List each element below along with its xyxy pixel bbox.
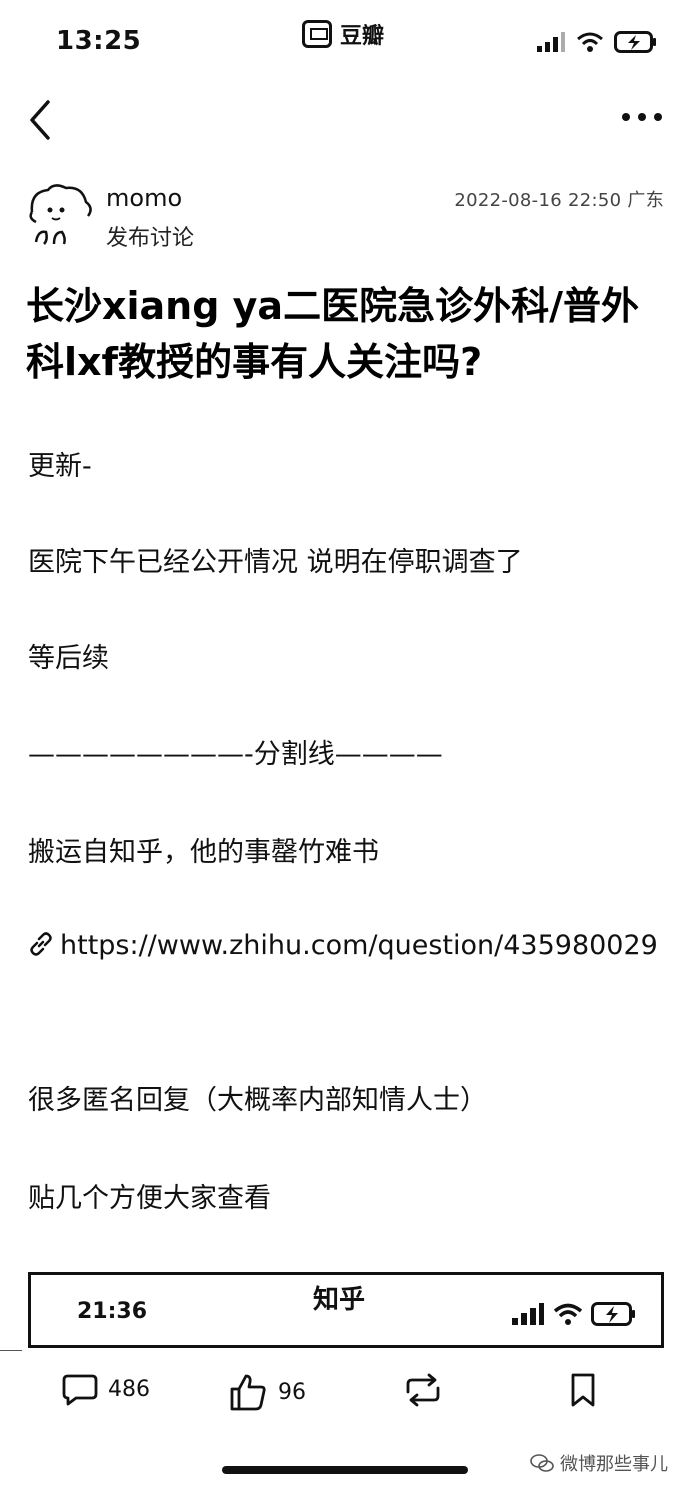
avatar-illustration-icon — [29, 184, 92, 245]
post-divider: ————————-分割线———— — [28, 732, 443, 771]
embed-time: 21:36 — [77, 1299, 148, 1324]
status-bar: 13:25 豆瓣 — [0, 0, 690, 80]
divider-label: 分割线 — [253, 739, 335, 770]
post-title: 长沙xiang ya二医院急诊外科/普外科lxf教授的事有人关注吗? — [26, 284, 639, 384]
post-line-source: 搬运自知乎，他的事罄竹难书 — [28, 837, 379, 868]
post-line-post-some: 贴几个方便大家查看 — [28, 1183, 271, 1214]
divider-prefix: ————————- — [28, 739, 254, 770]
wechat-logo-icon — [530, 1454, 554, 1472]
post-link-url[interactable]: https://www.zhihu.com/question/435980029 — [60, 930, 658, 961]
signal-icon — [537, 32, 565, 52]
more-options-button[interactable] — [620, 102, 664, 132]
author-action: 发布讨论 — [106, 226, 195, 251]
nav-bar — [0, 90, 690, 150]
divider — [0, 1350, 22, 1351]
status-app-indicator: 豆瓣 — [302, 18, 384, 50]
like-button[interactable]: 96 — [228, 1372, 306, 1412]
repost-icon — [406, 1373, 440, 1407]
back-button[interactable] — [22, 94, 62, 144]
status-icons — [536, 30, 658, 54]
status-app-name: 豆瓣 — [340, 24, 385, 49]
post-line-wait: 等后续 — [28, 643, 109, 674]
chevron-left-icon — [30, 100, 50, 140]
battery-charging-icon — [591, 1302, 635, 1326]
more-horizontal-icon — [622, 113, 662, 121]
signal-icon — [512, 1303, 544, 1325]
author-name[interactable]: momo — [106, 184, 182, 212]
douban-logo-icon — [302, 20, 332, 48]
embedded-screenshot[interactable]: 21:36 知乎 — [28, 1272, 664, 1348]
comment-button[interactable]: 486 — [62, 1372, 150, 1406]
watermark: 微博那些事儿 — [530, 1450, 668, 1476]
wifi-icon — [577, 32, 603, 52]
embed-status-icons — [511, 1301, 637, 1327]
action-bar: 486 96 — [0, 1362, 690, 1424]
comment-icon — [62, 1374, 98, 1406]
like-count: 96 — [278, 1379, 306, 1405]
avatar[interactable] — [24, 182, 94, 250]
bookmark-button[interactable] — [568, 1372, 598, 1408]
post-date-location: 2022-08-16 22:50 广东 — [454, 190, 664, 211]
home-indicator[interactable] — [222, 1466, 468, 1474]
post-line-hospital: 医院下午已经公开情况 说明在停职调查了 — [28, 547, 523, 578]
post-update-label: 更新- — [28, 451, 92, 482]
watermark-text: 微博那些事儿 — [560, 1454, 668, 1475]
link-icon — [30, 932, 52, 956]
comment-count: 486 — [108, 1376, 150, 1402]
embed-app-title: 知乎 — [313, 1285, 366, 1315]
post-link[interactable]: https://www.zhihu.com/question/435980029 — [28, 920, 658, 972]
post-line-anonymous: 很多匿名回复（大概率内部知情人士） — [28, 1085, 487, 1116]
repost-button[interactable] — [402, 1372, 444, 1408]
bookmark-icon — [571, 1373, 595, 1407]
author-row: momo 发布讨论 2022-08-16 22:50 广东 — [0, 178, 690, 258]
divider-suffix: ———— — [334, 739, 443, 770]
battery-charging-icon — [614, 31, 656, 53]
status-time: 13:25 — [56, 26, 142, 56]
wifi-icon — [553, 1303, 583, 1325]
thumbs-up-icon — [230, 1374, 266, 1411]
